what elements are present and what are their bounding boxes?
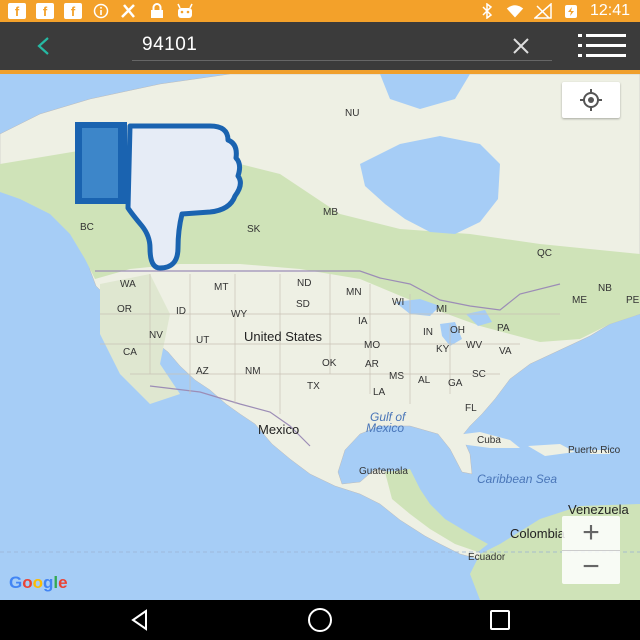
map-label-ky: KY xyxy=(436,344,450,355)
map-label-me: ME xyxy=(572,295,587,306)
map-label-guatemala: Guatemala xyxy=(359,466,408,477)
thumbs-down-overlay xyxy=(70,118,245,273)
android-icon xyxy=(176,3,194,19)
zoom-out-button[interactable]: − xyxy=(562,550,620,584)
map-label-fl: FL xyxy=(465,403,477,414)
logo-letter: g xyxy=(43,573,54,592)
map-label-mt: MT xyxy=(214,282,229,293)
clock: 12:41 xyxy=(589,2,630,19)
home-circle-icon xyxy=(308,608,332,632)
zoom-in-button[interactable]: + xyxy=(562,516,620,551)
map-label-nv: NV xyxy=(149,330,163,341)
clear-search-button[interactable] xyxy=(506,32,536,60)
map-label-mo: MO xyxy=(364,340,381,351)
map-label-puerto-rico: Puerto Rico xyxy=(568,445,621,456)
map-label-ia: IA xyxy=(358,316,368,327)
facebook-icon: f xyxy=(64,3,82,19)
map-label-ga: GA xyxy=(448,378,463,389)
map-label-nd: ND xyxy=(297,278,312,289)
list-menu-icon xyxy=(578,34,626,57)
map-label-al: AL xyxy=(418,375,431,386)
no-signal-icon xyxy=(533,3,552,19)
logo-letter: o xyxy=(22,573,33,592)
google-logo: Google xyxy=(9,573,68,593)
map-label-sc: SC xyxy=(472,369,486,380)
back-arrow-icon xyxy=(37,37,49,55)
map-label-pa: PA xyxy=(497,323,510,334)
map-label-sk: SK xyxy=(247,224,261,235)
map-label-colombia: Colombia xyxy=(510,526,565,541)
close-icon xyxy=(513,38,529,54)
nav-back-button[interactable] xyxy=(120,606,160,634)
map-label-cuba: Cuba xyxy=(477,435,501,446)
map-label-az: AZ xyxy=(196,366,209,377)
map-label-nu: NU xyxy=(345,108,360,119)
logo-letter: G xyxy=(9,573,23,592)
battery-charging-icon xyxy=(562,3,580,19)
map-label-nm: NM xyxy=(245,366,261,377)
map-label-wv: WV xyxy=(466,340,483,351)
map-label-mexico: Mexico xyxy=(258,422,300,437)
menu-button[interactable] xyxy=(576,32,628,60)
map-label-sd: SD xyxy=(296,299,310,310)
map-label-ok: OK xyxy=(322,358,337,369)
my-location-button[interactable] xyxy=(562,82,620,118)
map-label-wy: WY xyxy=(231,309,248,320)
map-label-mn: MN xyxy=(346,287,362,298)
crosshair-icon xyxy=(580,89,602,111)
map-label-va: VA xyxy=(499,346,512,357)
map-label-mb: MB xyxy=(323,207,338,218)
map-label-venezuela: Venezuela xyxy=(568,502,629,517)
notification-icons: f f f xyxy=(8,3,194,19)
map-label-wa: WA xyxy=(120,279,136,290)
map-label-mi: MI xyxy=(436,304,448,315)
map-label-ut: UT xyxy=(196,335,210,346)
thumbs-down-icon xyxy=(75,122,243,271)
map-label-tx: TX xyxy=(307,381,320,392)
search-toolbar: 94101 xyxy=(0,22,640,70)
recents-square-icon xyxy=(490,610,510,630)
map-label-ecuador: Ecuador xyxy=(468,552,506,563)
map-label-united-states: United States xyxy=(244,329,323,344)
facebook-icon: f xyxy=(36,3,54,19)
zoom-controls: + − xyxy=(562,516,620,584)
map-label-pe: PE xyxy=(626,295,640,306)
map-label-ms: MS xyxy=(389,371,404,382)
system-navigation-bar xyxy=(0,600,640,640)
map-label-or: OR xyxy=(117,304,132,315)
map-label-wi: WI xyxy=(392,297,405,308)
map-label-la: LA xyxy=(373,387,386,398)
map-label-qc: QC xyxy=(537,248,552,259)
map-label-oh: OH xyxy=(450,325,465,336)
info-icon xyxy=(92,3,110,19)
map-label-caribbean-sea: Caribbean Sea xyxy=(477,472,558,486)
logo-letter: e xyxy=(58,573,68,592)
search-input-underline xyxy=(132,60,552,61)
back-triangle-icon xyxy=(131,609,147,631)
status-bar: f f f 12:41 xyxy=(0,0,640,22)
search-input[interactable]: 94101 xyxy=(142,34,197,56)
map-label-id: ID xyxy=(176,306,186,317)
system-icons: 12:41 xyxy=(478,2,630,20)
wifi-icon xyxy=(506,3,524,19)
map-label-ar: AR xyxy=(365,359,379,370)
map-label-nb: NB xyxy=(598,283,612,294)
tools-icon xyxy=(120,3,138,19)
nav-recents-button[interactable] xyxy=(480,606,520,634)
map-label-gulf-mexico: Mexico xyxy=(366,421,405,435)
bluetooth-icon xyxy=(478,3,496,19)
facebook-icon: f xyxy=(8,3,26,19)
map-label-ca: CA xyxy=(123,347,137,358)
lock-icon xyxy=(148,3,166,19)
back-button[interactable] xyxy=(30,32,58,60)
map-label-in: IN xyxy=(423,327,433,338)
logo-letter: o xyxy=(32,573,44,592)
nav-home-button[interactable] xyxy=(300,606,340,634)
